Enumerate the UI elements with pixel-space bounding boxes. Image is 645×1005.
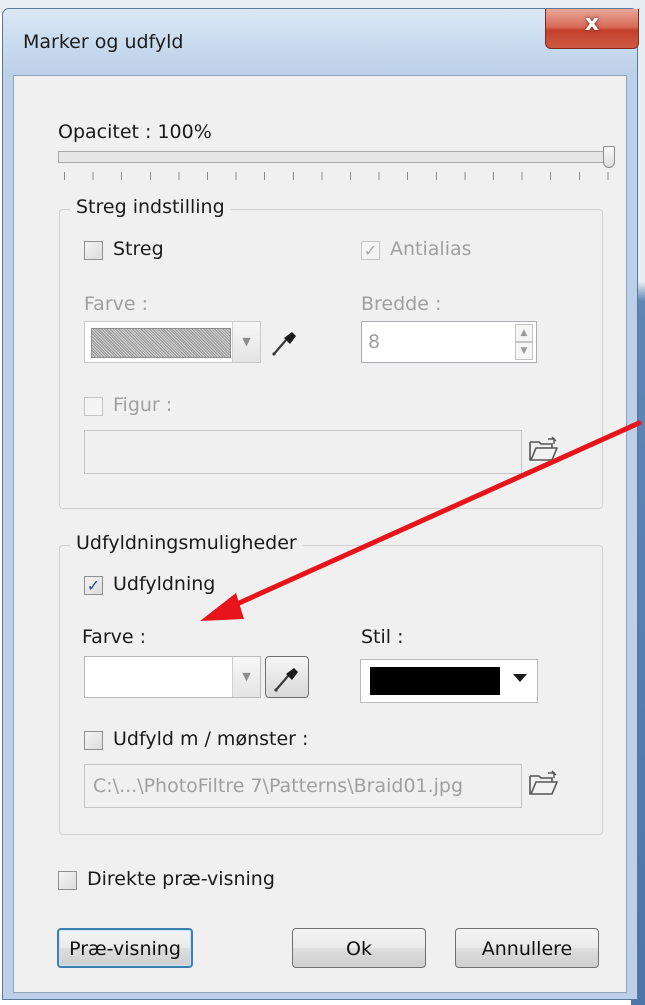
dropdown-arrow-icon	[513, 674, 527, 682]
window-title: Marker og udfyld	[23, 31, 184, 53]
pattern-path-value: C:\...\PhotoFiltre 7\Patterns\Braid01.jp…	[93, 775, 464, 797]
opacity-slider-thumb[interactable]	[603, 146, 615, 168]
eyedropper-icon[interactable]	[270, 326, 300, 358]
stroke-settings-legend: Streg indstilling	[70, 196, 231, 218]
fill-style-dropdown[interactable]	[360, 659, 538, 703]
fill-checkbox[interactable]: ✓	[84, 576, 103, 595]
antialias-checkbox-label: Antialias	[390, 238, 472, 260]
ok-button[interactable]: Ok	[292, 928, 426, 968]
pattern-fill-checkbox[interactable]	[84, 731, 103, 750]
figure-path-field[interactable]	[84, 430, 522, 474]
antialias-checkbox[interactable]: ✓	[361, 241, 380, 260]
stroke-width-value: 8	[368, 331, 381, 353]
direct-preview-checkbox[interactable]	[58, 871, 77, 890]
title-bar[interactable]: Marker og udfyld x	[3, 9, 639, 75]
pattern-fill-checkbox-label: Udfyld m / mønster :	[113, 728, 309, 750]
stroke-color-swatch	[91, 328, 231, 358]
fill-options-legend: Udfyldningsmuligheder	[70, 532, 303, 554]
close-icon: x	[584, 11, 600, 36]
cancel-button[interactable]: Annullere	[455, 928, 599, 968]
stroke-checkbox-label: Streg	[113, 238, 164, 260]
stroke-width-label: Bredde :	[361, 293, 442, 315]
eyedropper-icon	[274, 668, 298, 692]
preview-button[interactable]: Præ-visning	[57, 928, 193, 968]
stroke-color-picker[interactable]: ▼	[84, 321, 261, 363]
fill-checkbox-label: Udfyldning	[113, 573, 216, 595]
chevron-down-icon[interactable]: ▼	[232, 322, 260, 362]
opacity-slider-track[interactable]	[58, 151, 608, 163]
dialog-client-area: Opacitet : 100% Streg indstilling Streg …	[13, 75, 627, 993]
fill-color-picker[interactable]: ▼	[84, 656, 261, 698]
opacity-label: Opacitet : 100%	[58, 121, 212, 143]
pattern-path-field[interactable]: C:\...\PhotoFiltre 7\Patterns\Braid01.jp…	[84, 764, 522, 808]
fill-color-label: Farve :	[82, 626, 147, 648]
spin-down-icon[interactable]: ▼	[515, 342, 533, 360]
spin-up-icon[interactable]: ▲	[515, 324, 533, 342]
figure-checkbox[interactable]	[84, 397, 103, 416]
stroke-width-spinner[interactable]: 8 ▲ ▼	[361, 321, 537, 363]
chevron-down-icon[interactable]: ▼	[232, 657, 260, 697]
opacity-slider-ticks	[64, 172, 614, 180]
fill-style-label: Stil :	[361, 626, 404, 648]
close-button[interactable]: x	[545, 9, 639, 49]
dialog-window: Marker og udfyld x Opacitet : 100% Streg…	[2, 8, 639, 1000]
direct-preview-label: Direkte præ-visning	[87, 868, 275, 890]
fill-style-swatch	[370, 667, 500, 695]
stroke-color-label: Farve :	[84, 293, 149, 315]
fill-eyedropper-button[interactable]	[265, 656, 309, 698]
figure-checkbox-label: Figur :	[113, 394, 173, 416]
open-folder-icon[interactable]	[528, 436, 560, 464]
open-folder-icon[interactable]	[528, 770, 560, 798]
stroke-checkbox[interactable]	[84, 241, 103, 260]
